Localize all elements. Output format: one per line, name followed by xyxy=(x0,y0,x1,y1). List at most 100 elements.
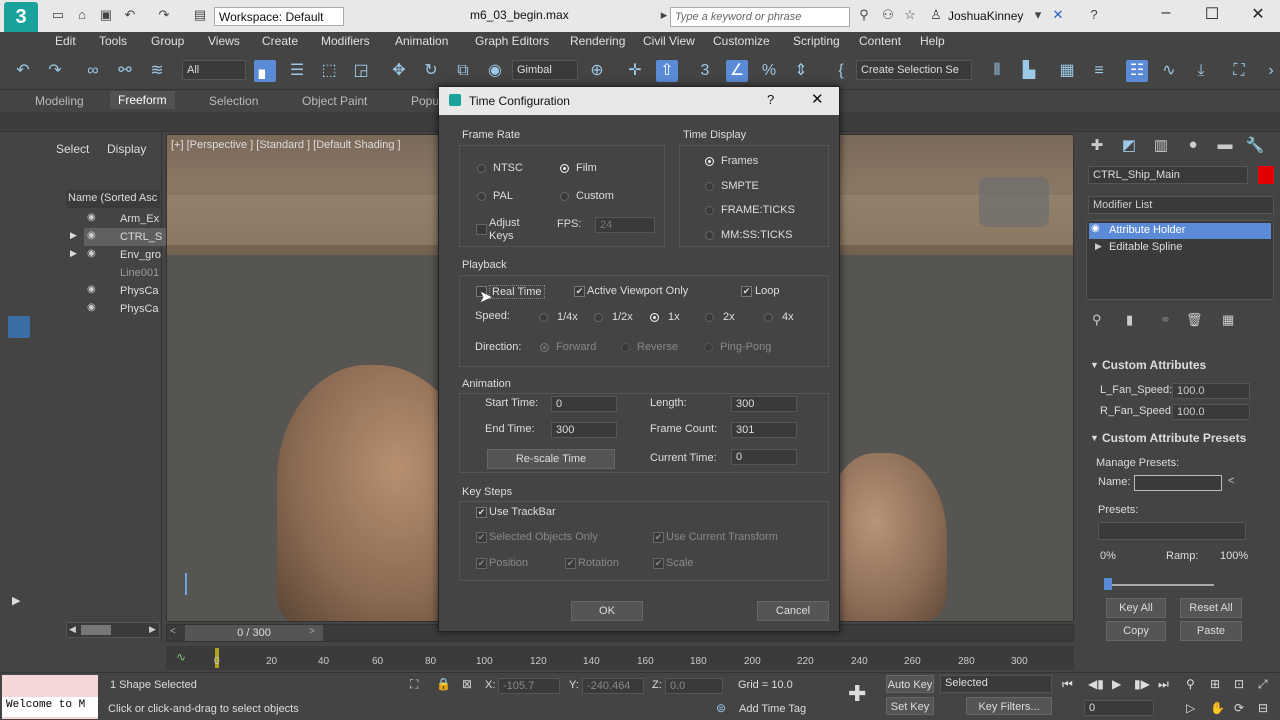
zoom-extents-icon[interactable]: ⊡ xyxy=(1234,677,1244,691)
open-file-icon[interactable]: ⌂ xyxy=(74,8,90,22)
app-logo-icon[interactable]: 3 xyxy=(4,2,38,36)
layer-manager-icon[interactable]: ▦ xyxy=(1056,60,1078,82)
make-unique-icon[interactable]: ⚭ xyxy=(1160,312,1171,328)
scale-icon[interactable]: ⧉ xyxy=(452,60,474,82)
selection-filter-dropdown[interactable]: All xyxy=(182,60,246,80)
object-name-field[interactable]: CTRL_Ship_Main xyxy=(1088,166,1248,184)
mmss-ticks-label[interactable]: MM:SS:TICKS xyxy=(721,229,793,241)
rotate-icon[interactable]: ↻ xyxy=(420,60,442,82)
expand-ctrl-icon[interactable]: ▶ xyxy=(70,230,77,241)
scroll-left-icon[interactable]: ◀ xyxy=(69,624,76,635)
custom-radio[interactable] xyxy=(560,192,569,201)
maximize-toggle-icon[interactable]: ⊟ xyxy=(1258,701,1268,715)
menu-civil-view[interactable]: Civil View xyxy=(643,34,695,48)
end-time-spinner[interactable]: 300 xyxy=(551,422,617,438)
redo-tool-icon[interactable]: ↷ xyxy=(44,60,66,82)
window-crossing-icon[interactable]: ◲ xyxy=(350,60,372,82)
menu-modifiers[interactable]: Modifiers xyxy=(321,34,370,48)
material-editor-icon[interactable]: ⛶ xyxy=(1228,60,1250,82)
visibility-eye-icon[interactable]: ◉ xyxy=(87,212,96,223)
frames-radio[interactable] xyxy=(705,157,714,166)
zoom-icon[interactable]: ⚲ xyxy=(1186,677,1195,691)
link-icon[interactable]: ∞ xyxy=(82,60,104,82)
maximize-viewport-icon[interactable]: ⤢ xyxy=(1258,677,1268,692)
active-viewport-checkbox[interactable]: ✔ xyxy=(574,286,585,297)
paste-button[interactable]: Paste xyxy=(1180,621,1242,641)
keyboard-shortcut-override-icon[interactable]: ⇧ xyxy=(656,60,678,82)
speed-1x-radio[interactable] xyxy=(650,313,659,322)
hierarchy-tab-icon[interactable]: ▥ xyxy=(1150,136,1172,158)
configure-sets-icon[interactable]: ▦ xyxy=(1222,312,1234,328)
create-tab-icon[interactable]: ✚ xyxy=(1086,136,1108,158)
previous-key-icon[interactable]: ◀▮ xyxy=(1088,677,1104,691)
menu-group[interactable]: Group xyxy=(151,34,184,48)
prev-frame-icon[interactable]: < xyxy=(170,626,176,637)
active-viewport-label[interactable]: Active Viewport Only xyxy=(587,285,688,297)
selection-lock-icon[interactable]: 🔒 xyxy=(436,677,451,691)
scene-explorer-icon[interactable]: ☷ xyxy=(1126,60,1148,82)
place-icon[interactable]: ◉ xyxy=(484,60,506,82)
object-color-swatch[interactable] xyxy=(1258,166,1274,184)
go-to-start-icon[interactable]: ⏮ xyxy=(1062,677,1073,692)
favorites-star-icon[interactable]: ☆ xyxy=(902,8,918,22)
ramp-slider-thumb[interactable] xyxy=(1104,578,1112,590)
new-file-icon[interactable]: ▭ xyxy=(50,8,66,22)
snaps-toggle-icon[interactable]: 3 xyxy=(694,60,716,82)
speed-half-label[interactable]: 1/2x xyxy=(612,311,633,323)
toggle-ribbon-icon[interactable]: ≡ xyxy=(1088,60,1110,82)
undo-icon[interactable]: ↶ xyxy=(122,8,138,22)
help-icon[interactable]: ? xyxy=(1086,8,1102,22)
orbit-icon[interactable]: ⟳ xyxy=(1234,701,1244,715)
select-object-icon[interactable]: ▖ xyxy=(254,60,276,82)
pin-stack-icon[interactable]: ⚲ xyxy=(1092,312,1102,328)
menu-views[interactable]: Views xyxy=(208,34,240,48)
stack-item-editable-spline[interactable]: Editable Spline xyxy=(1089,240,1271,256)
smpte-radio[interactable] xyxy=(705,182,714,191)
length-spinner[interactable]: 300 xyxy=(731,396,797,412)
real-time-label[interactable]: Real Time xyxy=(489,285,545,299)
x-coordinate[interactable]: -105.7 xyxy=(498,678,560,694)
dialog-title-bar[interactable]: Time Configuration ? ✕ xyxy=(439,87,839,115)
visibility-eye-icon[interactable]: ◉ xyxy=(87,230,96,241)
speed-quarter-radio[interactable] xyxy=(539,313,548,322)
next-key-icon[interactable]: ▮▶ xyxy=(1134,677,1150,691)
modifier-list-dropdown[interactable]: Modifier List xyxy=(1088,196,1274,214)
adjust-keys-checkbox[interactable] xyxy=(476,224,487,235)
ping-pong-label[interactable]: Ping-Pong xyxy=(720,341,771,353)
current-time-spinner[interactable]: 0 xyxy=(731,449,797,465)
unlink-icon[interactable]: ⚯ xyxy=(114,60,136,82)
menu-graph-editors[interactable]: Graph Editors xyxy=(475,34,549,48)
zoom-all-icon[interactable]: ⊞ xyxy=(1210,677,1220,691)
track-bar[interactable]: ∿ 0 20 40 60 80 100 120 140 160 180 200 … xyxy=(166,646,1074,670)
current-frame-field[interactable]: 0 xyxy=(1084,700,1154,716)
exchange-icon[interactable]: ✕ xyxy=(1050,8,1066,22)
rect-selection-icon[interactable]: ⬚ xyxy=(318,60,340,82)
edit-named-selection-icon[interactable]: { xyxy=(830,60,852,82)
frame-ticks-label[interactable]: FRAME:TICKS xyxy=(721,204,795,216)
angle-snap-icon[interactable]: ∠ xyxy=(726,60,748,82)
go-to-end-icon[interactable]: ⏭ xyxy=(1158,677,1169,692)
tab-object-paint[interactable]: Object Paint xyxy=(302,94,367,108)
schematic-view-icon[interactable]: ⤓ xyxy=(1190,60,1212,82)
adjust-keys-label[interactable]: Adjust Keys xyxy=(489,217,533,243)
position-label[interactable]: Position xyxy=(489,557,528,569)
set-keys-icon[interactable]: ✚ xyxy=(848,681,874,707)
name-column-header[interactable]: Name (Sorted Asc xyxy=(66,190,160,208)
tab-modeling[interactable]: Modeling xyxy=(35,94,84,108)
motion-tab-icon[interactable]: ● xyxy=(1182,136,1204,158)
pal-label[interactable]: PAL xyxy=(493,190,513,202)
dialog-help-button[interactable]: ? xyxy=(767,92,774,107)
search-input[interactable]: Type a keyword or phrase xyxy=(670,7,850,27)
forward-radio[interactable] xyxy=(540,343,549,352)
dialog-close-button[interactable]: ✕ xyxy=(811,90,824,108)
viewport-layout-icon[interactable] xyxy=(8,316,30,338)
visibility-eye-icon[interactable]: ◉ xyxy=(87,284,96,295)
ping-pong-radio[interactable] xyxy=(704,343,713,352)
ntsc-label[interactable]: NTSC xyxy=(493,162,523,174)
scroll-thumb[interactable] xyxy=(81,625,111,635)
time-slider-thumb[interactable]: 0 / 300 xyxy=(185,625,323,641)
absolute-mode-icon[interactable]: ⊠ xyxy=(462,677,472,691)
use-trackbar-label[interactable]: Use TrackBar xyxy=(489,506,556,518)
visibility-eye-icon[interactable]: ◉ xyxy=(87,248,96,259)
reset-all-button[interactable]: Reset All xyxy=(1180,598,1242,618)
